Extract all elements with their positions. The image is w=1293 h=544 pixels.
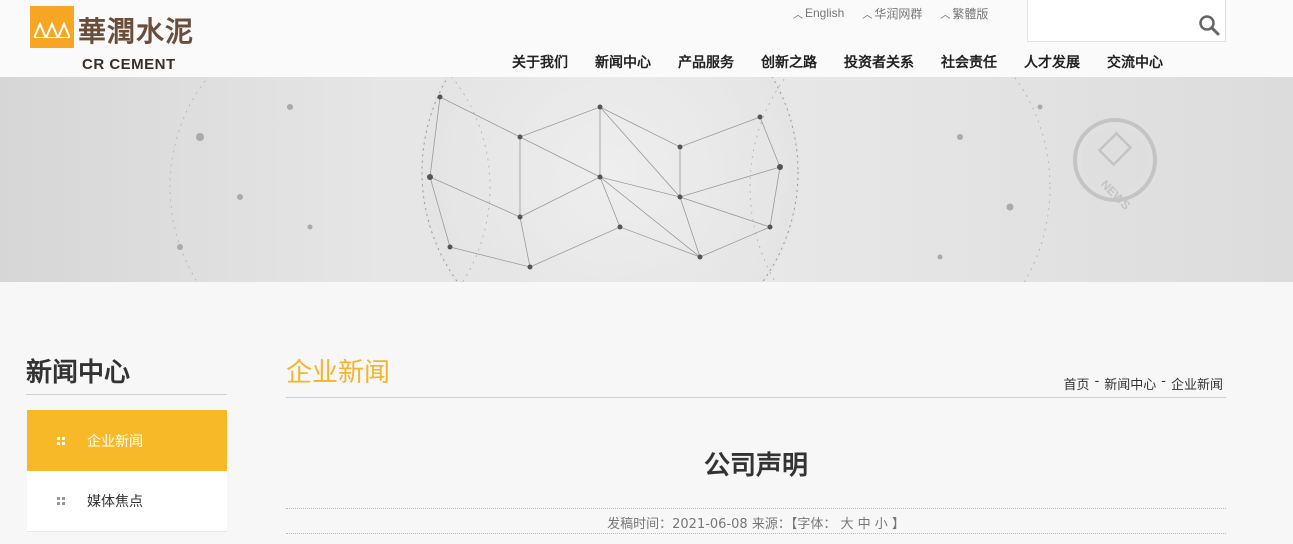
main-nav: 关于我们 新闻中心 产品服务 创新之路 投资者关系 社会责任 人才发展 交流中心 xyxy=(512,52,1163,72)
breadcrumb-separator: - xyxy=(1161,374,1166,389)
nav-item-innovation[interactable]: 创新之路 xyxy=(761,52,817,72)
logo[interactable]: 華潤水泥 CR CEMENT xyxy=(30,6,200,74)
article-meta: 发稿时间：2021-06-08 来源：【字体： 大 中 小 】 xyxy=(607,517,905,532)
nav-item-investors[interactable]: 投资者关系 xyxy=(844,52,914,72)
meta-divider-top xyxy=(286,508,1226,509)
section-divider xyxy=(286,397,1226,398)
logo-chinese-text: 華潤水泥 xyxy=(78,15,195,48)
logo-english-text: CR CEMENT xyxy=(82,56,176,73)
nav-item-careers[interactable]: 人才发展 xyxy=(1024,52,1080,72)
section-title: 企业新闻 xyxy=(286,358,391,388)
nav-item-products[interactable]: 产品服务 xyxy=(678,52,734,72)
breadcrumb-company-news[interactable]: 企业新闻 xyxy=(1171,374,1223,393)
search-icon[interactable] xyxy=(1198,14,1220,36)
caret-up-icon: ︿ xyxy=(793,9,803,21)
content-area: 新闻中心 企业新闻 媒体焦点 企业新闻 首页 - 新闻中心 - 企业新闻 公司声… xyxy=(0,282,1293,544)
nav-item-exchange[interactable]: 交流中心 xyxy=(1107,52,1163,72)
cr-network-link[interactable]: ︿ 华润网群 xyxy=(862,4,922,22)
nav-item-news[interactable]: 新闻中心 xyxy=(595,52,651,72)
nav-item-about[interactable]: 关于我们 xyxy=(512,52,568,72)
sidebar-title: 新闻中心 xyxy=(26,358,131,388)
sidebar-item-label: 媒体焦点 xyxy=(87,494,143,510)
network-globe-illustration: NEWS xyxy=(169,77,1157,282)
sidebar-item-media-focus[interactable]: 媒体焦点 xyxy=(27,471,227,532)
meta-divider-bottom xyxy=(286,533,1226,534)
english-link[interactable]: ︿ English xyxy=(793,4,844,22)
breadcrumb-news-center[interactable]: 新闻中心 xyxy=(1104,374,1156,393)
breadcrumb: 首页 - 新闻中心 - 企业新闻 xyxy=(1064,374,1223,393)
grid-bullet-icon xyxy=(57,497,65,505)
hero-banner: NEWS xyxy=(0,77,1293,282)
breadcrumb-separator: - xyxy=(1094,374,1100,389)
breadcrumb-home[interactable]: 首页 xyxy=(1064,374,1090,393)
top-links: ︿ English ︿ 华润网群 ︿ 繁體版 xyxy=(793,4,1006,22)
traditional-chinese-link-label: 繁體版 xyxy=(952,6,989,21)
grid-bullet-icon xyxy=(57,436,65,445)
caret-up-icon: ︿ xyxy=(862,9,873,21)
caret-up-icon: ︿ xyxy=(940,9,951,21)
logo-mark-icon xyxy=(30,6,74,48)
search-input[interactable] xyxy=(1027,0,1226,42)
english-link-label: English xyxy=(805,6,845,20)
nav-item-csr[interactable]: 社会责任 xyxy=(941,52,997,72)
sidebar-divider xyxy=(26,394,227,395)
sidebar-item-label: 企业新闻 xyxy=(87,433,143,450)
cr-network-link-label: 华润网群 xyxy=(874,6,923,21)
article-title: 公司声明 xyxy=(703,451,808,481)
site-header: 華潤水泥 CR CEMENT ︿ English ︿ 华润网群 ︿ 繁體版 关于… xyxy=(0,0,1293,77)
sidebar-item-company-news[interactable]: 企业新闻 xyxy=(27,410,227,471)
news-badge-icon: NEWS xyxy=(1073,118,1157,213)
traditional-chinese-link[interactable]: ︿ 繁體版 xyxy=(940,4,988,22)
